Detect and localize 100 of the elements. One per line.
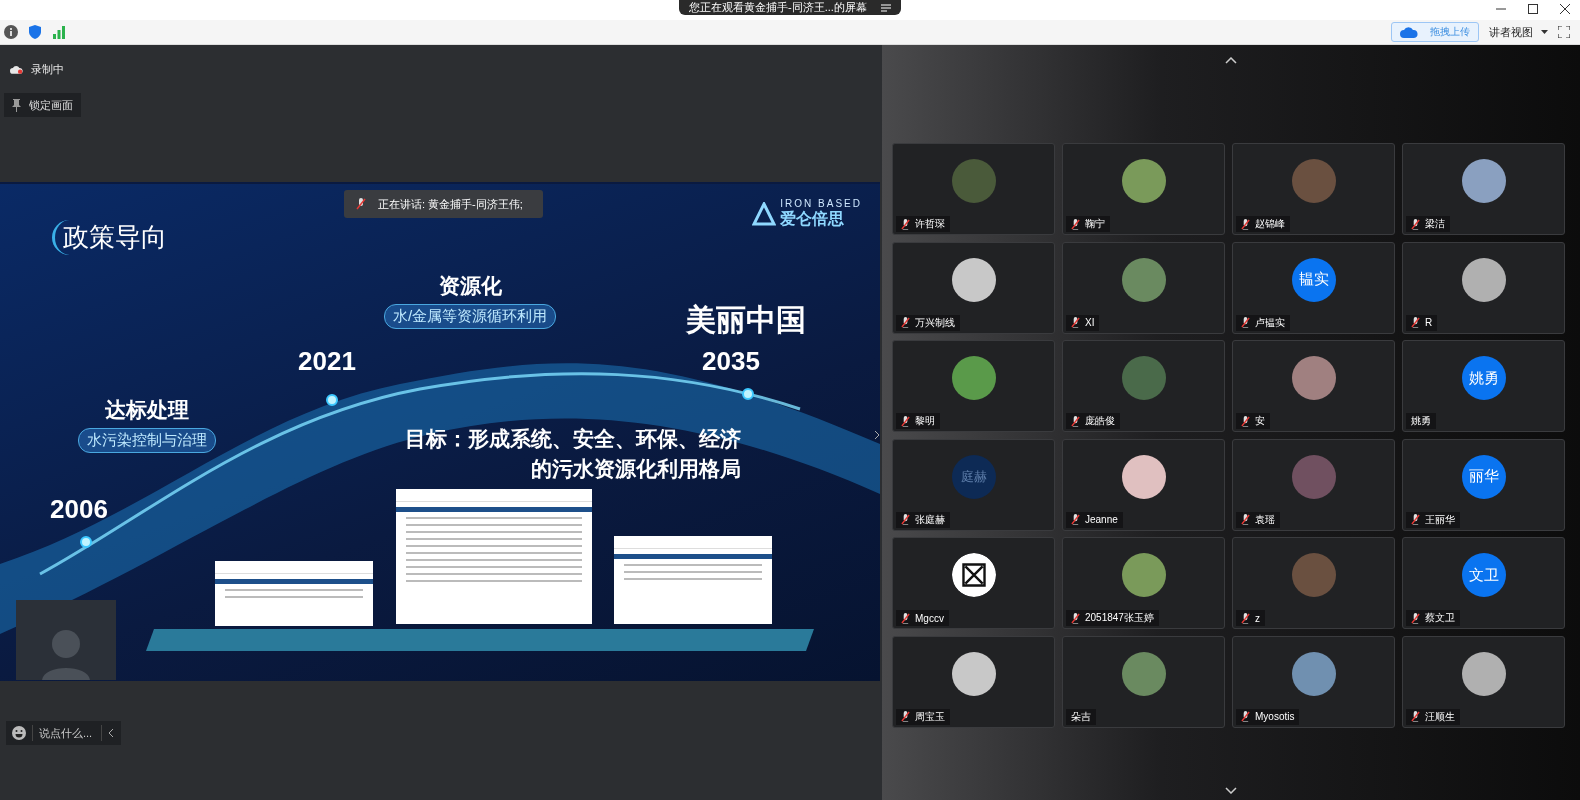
participant-name: 许哲琛 <box>896 216 950 232</box>
muted-mic-icon <box>356 198 366 210</box>
participant-name: Mgccv <box>896 610 949 626</box>
participant-tile[interactable]: 黎明 <box>892 340 1055 432</box>
avatar-photo-placeholder <box>1291 356 1336 400</box>
participant-tile[interactable]: 文卫 蔡文卫 <box>1402 537 1565 629</box>
milestone-title: 资源化 <box>438 273 502 299</box>
milestone-tag: 水/金属等资源循环利用 <box>384 304 557 329</box>
timeline-year: 2006 <box>50 494 108 525</box>
participant-name: 姚勇 <box>1406 413 1436 429</box>
participant-tile[interactable]: R <box>1402 241 1565 334</box>
pin-icon <box>12 98 21 112</box>
participant-tile[interactable]: 梁洁 <box>1402 143 1565 235</box>
participant-tile[interactable]: 庞皓俊 <box>1062 340 1225 432</box>
participant-tile[interactable]: z <box>1232 537 1395 629</box>
participant-name: 万兴制线 <box>896 314 960 331</box>
goal-text: 的污水资源化利用格局 <box>530 456 741 483</box>
participant-name: 2051847张玉婷 <box>1066 610 1159 626</box>
participant-tile[interactable]: 袁瑶 <box>1232 438 1395 531</box>
close-icon[interactable] <box>1560 4 1570 14</box>
avatar-photo-placeholder <box>1121 159 1166 203</box>
participant-tile[interactable]: 姚勇 姚勇 <box>1402 340 1565 432</box>
participant-name: 卢韫实 <box>1236 314 1290 331</box>
participant-tile[interactable]: 鞠宁 <box>1062 143 1225 235</box>
logo-icon <box>752 202 777 226</box>
timeline-year: 2035 <box>702 346 760 377</box>
participant-tile[interactable]: Myosotis <box>1232 635 1395 728</box>
participant-tile[interactable]: 周宝玉 <box>892 635 1055 728</box>
participant-tile[interactable]: 朵吉 <box>1062 635 1225 728</box>
speaker-label: 正在讲话: 黄金捕手-同济王伟; <box>378 196 523 212</box>
milestone-title: 美丽中国 <box>686 302 806 338</box>
scroll-down-icon[interactable] <box>1225 787 1237 794</box>
participant-tile[interactable]: Mgccv <box>892 537 1055 629</box>
avatar-photo-placeholder <box>1291 553 1336 597</box>
participant-tile[interactable]: 汪顺生 <box>1402 635 1565 728</box>
info-icon[interactable] <box>4 25 18 39</box>
participant-tile[interactable]: 赵锦峰 <box>1232 143 1395 235</box>
participant-name: 朵吉 <box>1066 708 1096 725</box>
avatar-photo-placeholder <box>951 356 996 400</box>
participant-tile[interactable]: 2051847张玉婷 <box>1062 537 1225 629</box>
shield-icon[interactable] <box>28 25 42 39</box>
chat-input[interactable]: 说点什么... <box>39 727 95 739</box>
participant-name: 庞皓俊 <box>1066 413 1120 429</box>
avatar-photo-placeholder <box>1121 553 1166 597</box>
fullscreen-icon[interactable] <box>1558 26 1570 38</box>
avatar-photo-placeholder <box>1461 159 1506 203</box>
participant-name: R <box>1406 314 1438 331</box>
cloud-icon <box>1400 26 1418 38</box>
view-mode-dropdown[interactable]: 讲者视图 <box>1489 24 1548 40</box>
upload-label: 拖拽上传 <box>1430 25 1470 39</box>
participant-tile[interactable]: 韫实 卢韫实 <box>1232 241 1395 334</box>
participant-name: 安 <box>1236 413 1270 429</box>
avatar-initials: 文卫 <box>1461 553 1506 597</box>
avatar-photo-placeholder <box>1291 159 1336 203</box>
participant-tile[interactable]: 庭赫 张庭赫 <box>892 438 1055 531</box>
participant-name: Myosotis <box>1236 708 1300 725</box>
participant-name: 王丽华 <box>1406 511 1460 528</box>
participant-tile[interactable]: Jeanne <box>1062 438 1225 531</box>
participant-tile[interactable]: XI <box>1062 241 1225 334</box>
slide-heading: 政策导向 <box>52 220 167 255</box>
participant-tile[interactable]: 丽华 王丽华 <box>1402 438 1565 531</box>
emoji-icon[interactable] <box>12 726 26 740</box>
avatar-photo-placeholder <box>1121 356 1166 400</box>
maximize-icon[interactable] <box>1528 4 1538 14</box>
cloud-icon <box>10 64 23 74</box>
window-title: 您正在观看黄金捕手-同济王...的屏幕 <box>679 0 901 15</box>
avatar-initials: 庭赫 <box>951 454 996 499</box>
participant-name: 周宝玉 <box>896 708 950 725</box>
participant-name: 鞠宁 <box>1066 216 1110 232</box>
recording-label: 录制中 <box>31 61 64 77</box>
participant-name: 袁瑶 <box>1236 511 1280 528</box>
participant-tile[interactable]: 万兴制线 <box>892 241 1055 334</box>
participant-name: 汪顺生 <box>1406 708 1460 725</box>
participant-name: 黎明 <box>896 413 940 429</box>
expand-icon[interactable] <box>874 430 880 440</box>
timeline-dot <box>326 394 338 406</box>
participant-name: 蔡文卫 <box>1406 610 1460 626</box>
avatar-initials: 丽华 <box>1461 454 1506 499</box>
milestone-title: 达标处理 <box>105 397 189 423</box>
avatar-logo-icon <box>951 553 996 597</box>
menu-icon[interactable] <box>880 3 891 12</box>
avatar-initials: 韫实 <box>1291 257 1336 302</box>
avatar-photo-placeholder <box>951 159 996 203</box>
lock-screen-button[interactable]: 锁定画面 <box>4 93 81 117</box>
timeline-dot <box>742 388 754 400</box>
caret-icon <box>1541 30 1548 34</box>
participant-name: 赵锦峰 <box>1236 216 1290 232</box>
participant-name: 梁洁 <box>1406 216 1450 232</box>
goal-text: 目标：形成系统、安全、环保、经济 <box>405 426 741 452</box>
logo-subtitle: IRON BASED <box>780 198 862 209</box>
participant-name: z <box>1236 610 1265 626</box>
participant-name: XI <box>1066 314 1100 331</box>
participant-tile[interactable]: 安 <box>1232 340 1395 432</box>
timeline-year: 2021 <box>298 346 356 377</box>
collapse-icon[interactable] <box>108 728 114 738</box>
avatar-initials: 姚勇 <box>1461 356 1506 400</box>
scroll-up-icon[interactable] <box>1225 57 1237 64</box>
signal-icon[interactable] <box>52 25 66 39</box>
participant-tile[interactable]: 许哲琛 <box>892 143 1055 235</box>
participant-name: 张庭赫 <box>896 511 950 528</box>
